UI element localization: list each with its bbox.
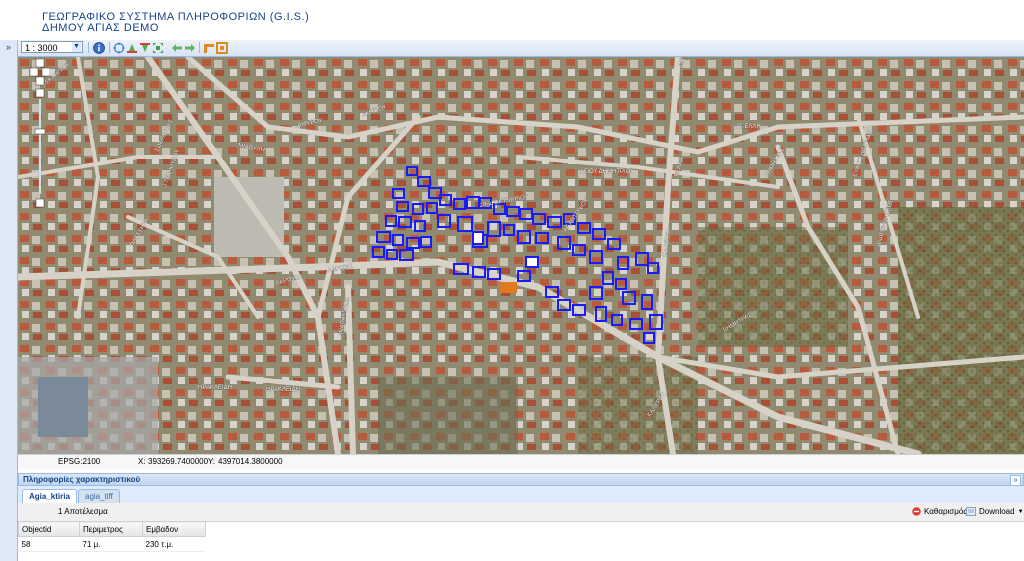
info-tabs: Agia_ktiria agia_tiff — [18, 486, 1024, 504]
app-header: ΓΕΩΓΡΑΦΙΚΟ ΣΥΣΤΗΜΑ ΠΛΗΡΟΦΟΡΙΩΝ (G.I.S.) … — [0, 0, 1024, 41]
y-coordinate-label: Y: — [208, 457, 216, 466]
zoom-extent-icon — [153, 42, 163, 53]
chevron-down-icon: ▼ — [1017, 508, 1024, 515]
zoom-out-button[interactable] — [138, 41, 152, 54]
download-icon — [966, 507, 976, 516]
street-label: ΑΓΙΟΥ ΔΗΜΗΤΡΙΟΥ — [580, 169, 634, 175]
scale-select[interactable]: 1 : 3000 ▼ — [21, 41, 83, 53]
info-icon — [93, 41, 105, 54]
measure-area-icon — [216, 41, 228, 54]
cell-area: 230 τ.μ. — [142, 536, 206, 552]
clear-button[interactable]: Καθαρισμός — [912, 507, 967, 516]
zoom-minus-icon — [35, 198, 45, 208]
zoom-in-button[interactable] — [125, 41, 139, 54]
next-extent-icon — [185, 43, 195, 52]
y-coordinate-value: 4397014.3800000 — [218, 457, 283, 466]
column-header[interactable]: Objectid — [18, 521, 80, 537]
pan-icon — [113, 42, 125, 53]
measure-distance-icon — [204, 43, 214, 53]
map-status-bar: EPSG:2100 X: 393269.7400000 Y: 4397014.3… — [18, 454, 1024, 469]
previous-extent-button[interactable] — [170, 41, 184, 54]
pan-south-icon — [35, 76, 45, 86]
previous-extent-icon — [172, 43, 182, 52]
measure-area-button[interactable] — [215, 41, 229, 54]
cell-objectid: 58 — [18, 536, 80, 552]
street-label: ΗΡΑΚΛΕΙΔΗ — [198, 385, 232, 391]
clear-icon — [912, 507, 921, 516]
toolbar-separator — [199, 42, 200, 53]
chevron-down-icon: ▼ — [72, 42, 81, 52]
app-subtitle: ΔΗΜΟΥ ΑΓΙΑΣ DEMO — [42, 22, 159, 34]
highlighted-feature — [499, 282, 517, 293]
column-header[interactable]: Περιμετρος — [79, 521, 143, 537]
zoom-slider-thumb — [34, 128, 46, 135]
x-coordinate-label: X: — [138, 457, 146, 466]
pan-east-icon — [41, 67, 50, 77]
zoom-plus-icon — [35, 88, 45, 98]
street-label: ΗΡΑΚΛΕΙΔΗ — [266, 387, 300, 393]
aerial-imagery: ΑΣΚΛΗΠΙΟΥ ΣΩΚΡΑΤΟΥΣ ΑΜΥΡΟΥ ΑΜΥΡΟΥ ΜΙΑΟΥΛ… — [18, 57, 1024, 454]
map-toolbar: 1 : 3000 ▼ — [18, 40, 1024, 57]
zoom-in-icon — [127, 43, 137, 53]
pan-zoom-control — [30, 59, 50, 209]
table-row[interactable]: 58 71 μ. 230 τ.μ. — [18, 536, 206, 552]
results-toolbar: 1 Αποτέλεσμα Καθαρισμός Download ▼ — [18, 503, 1024, 522]
info-button[interactable] — [92, 41, 106, 54]
expand-panel-button[interactable]: » — [3, 42, 14, 53]
info-panel-header: Πληροφορίες χαρακτηριστικού » — [18, 473, 1024, 486]
pan-north-icon — [35, 59, 45, 68]
street-label: ΑΓ.ΕΛΛΗ — [736, 124, 761, 130]
table-header-row: Objectid Περιμετρος Εμβαδον — [18, 521, 206, 537]
collapse-panel-button[interactable]: » — [1010, 475, 1021, 486]
tab-agia-tiff[interactable]: agia_tiff — [78, 489, 120, 503]
info-panel-title: Πληροφορίες χαρακτηριστικού — [23, 475, 141, 484]
measure-distance-button[interactable] — [202, 41, 216, 54]
results-panel: 1 Αποτέλεσμα Καθαρισμός Download ▼ Objec… — [18, 503, 1024, 561]
download-label: Download — [979, 507, 1015, 516]
cell-perimeter: 71 μ. — [79, 536, 143, 552]
next-extent-button[interactable] — [183, 41, 197, 54]
clear-label: Καθαρισμός — [924, 507, 968, 516]
west-panel-collapsed: » — [0, 40, 18, 561]
zoom-extent-button[interactable] — [151, 41, 165, 54]
x-coordinate-value: 393269.7400000 — [148, 457, 209, 466]
pan-button[interactable] — [112, 41, 126, 54]
zoom-slider-track — [38, 98, 42, 195]
result-count: 1 Αποτέλεσμα — [58, 507, 108, 516]
toolbar-separator — [109, 42, 110, 53]
pan-zoom-bar — [30, 59, 50, 208]
map-canvas[interactable]: ΑΣΚΛΗΠΙΟΥ ΣΩΚΡΑΤΟΥΣ ΑΜΥΡΟΥ ΑΜΥΡΟΥ ΜΙΑΟΥΛ… — [18, 57, 1024, 454]
download-button[interactable]: Download ▼ — [966, 507, 1024, 516]
crs-label: EPSG:2100 — [58, 457, 101, 466]
results-table: Objectid Περιμετρος Εμβαδον 58 71 μ. 230… — [18, 521, 206, 552]
zoom-out-icon — [140, 42, 150, 52]
column-header[interactable]: Εμβαδον — [142, 521, 206, 537]
toolbar-separator — [88, 42, 89, 53]
scale-value: 1 : 3000 — [25, 43, 58, 53]
pan-west-icon — [30, 67, 39, 77]
tab-agia-ktiria[interactable]: Agia_ktiria — [22, 489, 77, 504]
